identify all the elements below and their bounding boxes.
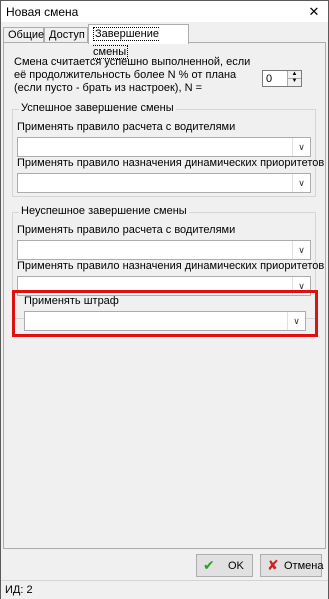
ok-button[interactable]: ✔ OK <box>196 554 253 577</box>
fail-priority-rule-label: Применять правило назначения динамически… <box>17 260 325 272</box>
chevron-down-icon[interactable]: ∨ <box>292 174 310 192</box>
success-group-title: Успешное завершение смены <box>19 102 176 114</box>
window-title: Новая смена <box>6 5 79 19</box>
fail-driver-rule-field: Применять правило расчета с водителями ∨ <box>17 224 311 260</box>
chevron-down-icon[interactable]: ∨ <box>292 241 310 259</box>
n-percent-value: 0 <box>266 73 273 85</box>
status-bar: ИД: 2 <box>1 580 328 599</box>
success-priority-rule-select[interactable]: ∨ <box>17 173 311 193</box>
tab-strip: Общие Доступ Завершение смены <box>1 24 328 59</box>
success-driver-rule-field: Применять правило расчета с водителями ∨ <box>17 121 311 157</box>
tab-general-label: Общие <box>8 29 45 41</box>
tab-access-label: Доступ <box>49 29 85 41</box>
tab-general[interactable]: Общие <box>3 27 44 43</box>
success-priority-rule-label: Применять правило назначения динамически… <box>17 157 325 169</box>
success-group: Успешное завершение смены Применять прав… <box>12 102 324 197</box>
x-icon: ✘ <box>267 557 279 573</box>
tab-access[interactable]: Доступ <box>44 27 88 43</box>
success-driver-rule-label: Применять правило расчета с водителями <box>17 121 236 133</box>
fail-driver-rule-label: Применять правило расчета с водителями <box>17 224 236 236</box>
ok-button-label: OK <box>228 560 244 572</box>
n-percent-stepper[interactable]: 0 ▲ ▼ <box>262 70 302 87</box>
close-icon[interactable]: ✕ <box>306 4 322 19</box>
spin-down-icon[interactable]: ▼ <box>288 78 301 85</box>
success-priority-rule-field: Применять правило назначения динамически… <box>17 157 324 193</box>
record-id: ИД: 2 <box>5 584 33 596</box>
completion-description: Смена считается успешно выполненной, есл… <box>14 56 251 94</box>
title-bar: Новая смена ✕ <box>1 1 328 22</box>
tab-shift-completion[interactable]: Завершение смены <box>88 24 189 59</box>
dialog-window: Новая смена ✕ Общие Доступ Завершение см… <box>0 0 329 599</box>
check-icon: ✔ <box>203 557 215 573</box>
cancel-button[interactable]: ✘ Отмена <box>260 554 324 577</box>
highlight-box <box>12 290 318 337</box>
cancel-button-label: Отмена <box>284 560 324 572</box>
success-driver-rule-select[interactable]: ∨ <box>17 137 311 157</box>
fail-driver-rule-select[interactable]: ∨ <box>17 240 311 260</box>
fail-group-title: Неуспешное завершение смены <box>19 205 189 217</box>
chevron-down-icon[interactable]: ∨ <box>292 138 310 156</box>
spin-buttons: ▲ ▼ <box>287 71 301 86</box>
